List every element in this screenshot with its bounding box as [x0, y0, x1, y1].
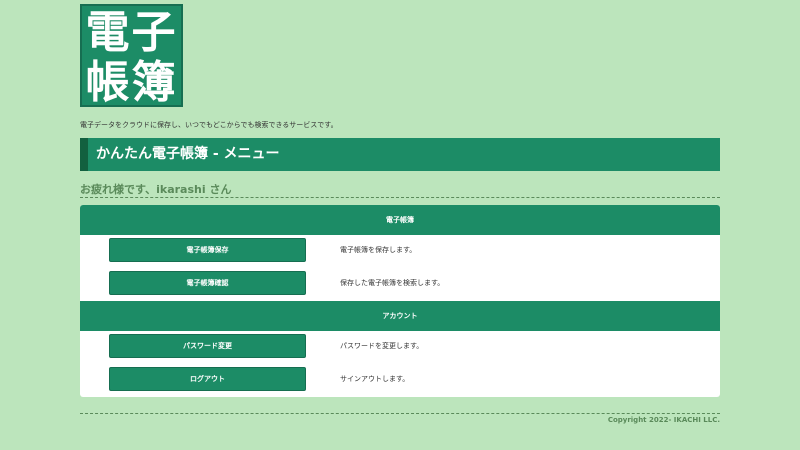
logout-description: サインアウトします。: [340, 375, 410, 383]
page-title-text: かんたん電子帳簿 - メニュー: [96, 146, 280, 162]
logout-button[interactable]: ログアウト: [109, 367, 306, 391]
menu-row-view-ledger: 電子帳簿確認 保存した電子帳簿を検索します。: [80, 268, 720, 301]
logo-line-1: 電子: [85, 7, 178, 58]
view-ledger-description: 保存した電子帳簿を検索します。: [340, 279, 445, 287]
section-heading-account: アカウント: [80, 301, 720, 331]
menu-row-save-ledger: 電子帳簿保存 電子帳簿を保存します。: [80, 235, 720, 268]
tagline: 電子データをクラウドに保存し、いつでもどこからでも検索できるサービスです。: [80, 121, 338, 129]
change-password-description: パスワードを変更します。: [340, 342, 424, 350]
greeting: お疲れ様です、ikarashi さん: [80, 181, 720, 198]
logo: 電子 帳簿: [80, 4, 183, 108]
change-password-button[interactable]: パスワード変更: [109, 334, 306, 358]
section-heading-ledger: 電子帳簿: [80, 205, 720, 235]
menu-row-logout: ログアウト サインアウトします。: [80, 364, 720, 397]
page-title: かんたん電子帳簿 - メニュー: [80, 138, 720, 171]
save-ledger-description: 電子帳簿を保存します。: [340, 246, 417, 254]
footer-divider: [80, 413, 720, 414]
copyright: Copyright 2022- IKACHI LLC.: [607, 416, 720, 424]
page: 電子 帳簿 電子データをクラウドに保存し、いつでもどこからでも検索できるサービス…: [0, 0, 800, 450]
menu-row-change-password: パスワード変更 パスワードを変更します。: [80, 331, 720, 364]
logo-line-2: 帳簿: [85, 57, 178, 108]
save-ledger-button[interactable]: 電子帳簿保存: [109, 238, 306, 262]
view-ledger-button[interactable]: 電子帳簿確認: [109, 271, 306, 295]
menu-table: 電子帳簿 電子帳簿保存 電子帳簿を保存します。 電子帳簿確認 保存した電子帳簿を…: [80, 205, 720, 397]
